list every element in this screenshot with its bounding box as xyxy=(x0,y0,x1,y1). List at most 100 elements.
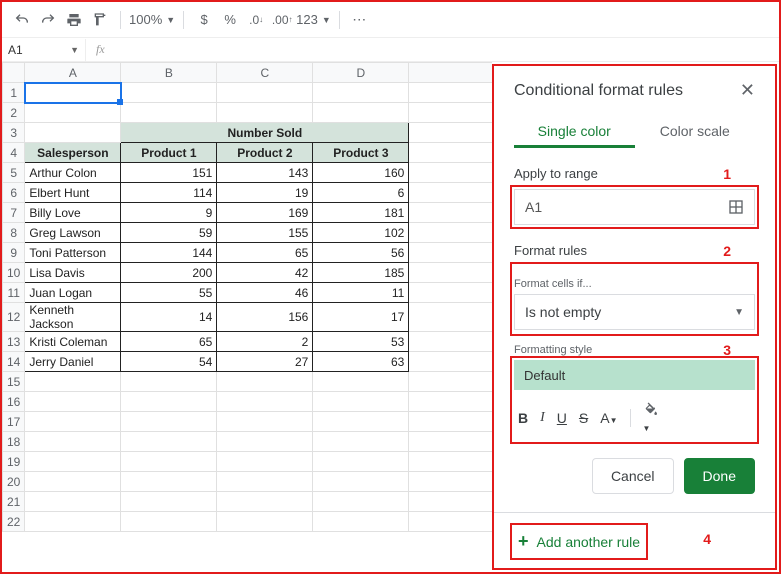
table-cell[interactable]: 53 xyxy=(313,332,409,352)
table-cell[interactable]: 143 xyxy=(217,163,313,183)
col-header-d[interactable]: D xyxy=(313,63,409,83)
row-header[interactable]: 15 xyxy=(3,372,25,392)
table-cell[interactable]: 9 xyxy=(121,203,217,223)
header-p3[interactable]: Product 3 xyxy=(313,143,409,163)
header-p1[interactable]: Product 1 xyxy=(121,143,217,163)
cell-a1[interactable] xyxy=(25,83,121,103)
strikethrough-icon[interactable]: S xyxy=(579,410,588,426)
table-cell[interactable]: 46 xyxy=(217,283,313,303)
row-header[interactable]: 5 xyxy=(3,163,25,183)
table-cell[interactable]: 169 xyxy=(217,203,313,223)
col-header-b[interactable]: B xyxy=(121,63,217,83)
close-icon[interactable]: ✕ xyxy=(740,80,755,101)
row-header[interactable]: 9 xyxy=(3,243,25,263)
percent-icon[interactable]: % xyxy=(218,8,242,32)
select-all-corner[interactable] xyxy=(3,63,25,83)
table-cell[interactable]: 19 xyxy=(217,183,313,203)
table-cell[interactable]: 102 xyxy=(313,223,409,243)
zoom-select[interactable]: 100%▼ xyxy=(129,12,175,27)
style-preview[interactable]: Default xyxy=(514,360,755,390)
row-header[interactable]: 16 xyxy=(3,392,25,412)
table-cell[interactable]: 151 xyxy=(121,163,217,183)
table-cell[interactable]: 59 xyxy=(121,223,217,243)
table-cell[interactable]: 11 xyxy=(313,283,409,303)
spreadsheet-grid[interactable]: A B C D 1 2 3 Number Sold 4 Salesperson P… xyxy=(2,62,492,572)
condition-select[interactable]: Is not empty▼ xyxy=(514,294,755,330)
row-header[interactable]: 6 xyxy=(3,183,25,203)
row-header[interactable]: 14 xyxy=(3,352,25,372)
col-header-a[interactable]: A xyxy=(25,63,121,83)
increase-decimal-icon[interactable]: .00↑ xyxy=(270,8,294,32)
table-cell[interactable]: 54 xyxy=(121,352,217,372)
table-cell[interactable]: Greg Lawson xyxy=(25,223,121,243)
tab-single-color[interactable]: Single color xyxy=(514,117,635,148)
header-salesperson[interactable]: Salesperson xyxy=(25,143,121,163)
header-p2[interactable]: Product 2 xyxy=(217,143,313,163)
underline-icon[interactable]: U xyxy=(557,410,567,426)
fill-color-icon[interactable]: ▼ xyxy=(643,402,659,434)
formula-input[interactable] xyxy=(115,38,779,61)
table-cell[interactable]: 114 xyxy=(121,183,217,203)
text-color-icon[interactable]: A▼ xyxy=(600,410,617,426)
table-cell[interactable]: Lisa Davis xyxy=(25,263,121,283)
select-range-icon[interactable] xyxy=(728,199,744,215)
table-cell[interactable]: 63 xyxy=(313,352,409,372)
row-header[interactable]: 1 xyxy=(3,83,25,103)
table-cell[interactable]: 144 xyxy=(121,243,217,263)
table-cell[interactable]: Jerry Daniel xyxy=(25,352,121,372)
table-cell[interactable]: Elbert Hunt xyxy=(25,183,121,203)
row-header[interactable]: 20 xyxy=(3,472,25,492)
row-header[interactable]: 13 xyxy=(3,332,25,352)
redo-icon[interactable] xyxy=(36,8,60,32)
table-cell[interactable]: 65 xyxy=(217,243,313,263)
table-cell[interactable]: Billy Love xyxy=(25,203,121,223)
table-cell[interactable]: 27 xyxy=(217,352,313,372)
merged-header[interactable]: Number Sold xyxy=(121,123,409,143)
add-another-rule-button[interactable]: + Add another rule xyxy=(514,527,644,556)
print-icon[interactable] xyxy=(62,8,86,32)
table-cell[interactable]: 181 xyxy=(313,203,409,223)
col-header-c[interactable]: C xyxy=(217,63,313,83)
col-header-e[interactable] xyxy=(409,63,492,83)
table-cell[interactable]: 65 xyxy=(121,332,217,352)
range-input[interactable]: A1 xyxy=(514,189,755,225)
table-cell[interactable]: 2 xyxy=(217,332,313,352)
table-cell[interactable]: 155 xyxy=(217,223,313,243)
row-header[interactable]: 12 xyxy=(3,303,25,332)
bold-icon[interactable]: B xyxy=(518,410,528,426)
row-header[interactable]: 2 xyxy=(3,103,25,123)
table-cell[interactable]: Toni Patterson xyxy=(25,243,121,263)
done-button[interactable]: Done xyxy=(684,458,755,494)
more-icon[interactable]: ⋯ xyxy=(348,8,372,32)
tab-color-scale[interactable]: Color scale xyxy=(635,117,756,148)
table-cell[interactable]: 160 xyxy=(313,163,409,183)
table-cell[interactable]: 185 xyxy=(313,263,409,283)
table-cell[interactable]: 14 xyxy=(121,303,217,332)
table-cell[interactable]: 200 xyxy=(121,263,217,283)
table-cell[interactable]: Juan Logan xyxy=(25,283,121,303)
row-header[interactable]: 7 xyxy=(3,203,25,223)
row-header[interactable]: 21 xyxy=(3,492,25,512)
table-cell[interactable]: 6 xyxy=(313,183,409,203)
name-box[interactable]: A1▼ xyxy=(2,39,86,61)
row-header[interactable]: 4 xyxy=(3,143,25,163)
currency-icon[interactable]: $ xyxy=(192,8,216,32)
row-header[interactable]: 18 xyxy=(3,432,25,452)
decrease-decimal-icon[interactable]: .0↓ xyxy=(244,8,268,32)
row-header[interactable]: 8 xyxy=(3,223,25,243)
row-header[interactable]: 22 xyxy=(3,512,25,532)
row-header[interactable]: 17 xyxy=(3,412,25,432)
row-header[interactable]: 3 xyxy=(3,123,25,143)
table-cell[interactable]: Kristi Coleman xyxy=(25,332,121,352)
undo-icon[interactable] xyxy=(10,8,34,32)
row-header[interactable]: 19 xyxy=(3,452,25,472)
table-cell[interactable]: 156 xyxy=(217,303,313,332)
italic-icon[interactable]: I xyxy=(540,410,545,426)
row-header[interactable]: 11 xyxy=(3,283,25,303)
table-cell[interactable]: Arthur Colon xyxy=(25,163,121,183)
row-header[interactable]: 10 xyxy=(3,263,25,283)
more-formats[interactable]: 123▼ xyxy=(296,12,331,27)
table-cell[interactable]: 17 xyxy=(313,303,409,332)
table-cell[interactable]: Kenneth Jackson xyxy=(25,303,121,332)
cancel-button[interactable]: Cancel xyxy=(592,458,674,494)
